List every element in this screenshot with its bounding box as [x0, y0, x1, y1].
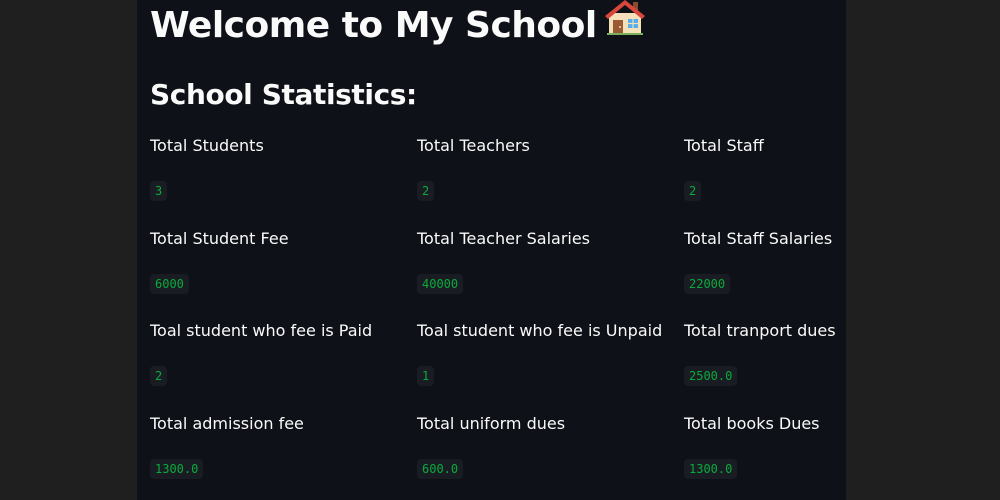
stat-label: Total tranport dues: [684, 321, 836, 340]
stat-value: 1: [417, 366, 435, 386]
stat-label: Total admission fee: [150, 414, 304, 433]
main-content: Welcome to My School School Statistics: …: [137, 0, 846, 500]
stat-value: 600.0: [417, 459, 464, 479]
stat-value: 2: [417, 181, 435, 201]
stat-label: Total Teacher Salaries: [417, 229, 591, 248]
stat-value: 2500.0: [684, 366, 738, 386]
stat-label: Toal student who fee is Paid: [150, 321, 373, 340]
stat-value: 40000: [417, 274, 464, 294]
page-title-text: Welcome to My School: [150, 5, 597, 46]
left-margin: [0, 0, 137, 500]
stat-value: 2: [684, 181, 702, 201]
stat-value: 2: [150, 366, 168, 386]
stat-label: Toal student who fee is Unpaid: [417, 321, 663, 340]
stat-value: 1300.0: [684, 459, 738, 479]
stat-label: Total Teachers: [417, 136, 530, 155]
stat-label: Total uniform dues: [417, 414, 566, 433]
stat-label: Total Staff: [684, 136, 764, 155]
stat-label: Total Students: [150, 136, 264, 155]
stat-value: 22000: [684, 274, 731, 294]
stat-value: 3: [150, 181, 168, 201]
stat-value: 6000: [150, 274, 189, 294]
stat-value: 1300.0: [150, 459, 204, 479]
page-title: Welcome to My School: [150, 0, 645, 50]
right-margin: [846, 0, 1000, 500]
stat-label: Total Student Fee: [150, 229, 289, 248]
stat-label: Total Staff Salaries: [684, 229, 833, 248]
house-icon: [604, 0, 645, 48]
stat-label: Total books Dues: [684, 414, 820, 433]
section-heading: School Statistics:: [150, 78, 417, 111]
